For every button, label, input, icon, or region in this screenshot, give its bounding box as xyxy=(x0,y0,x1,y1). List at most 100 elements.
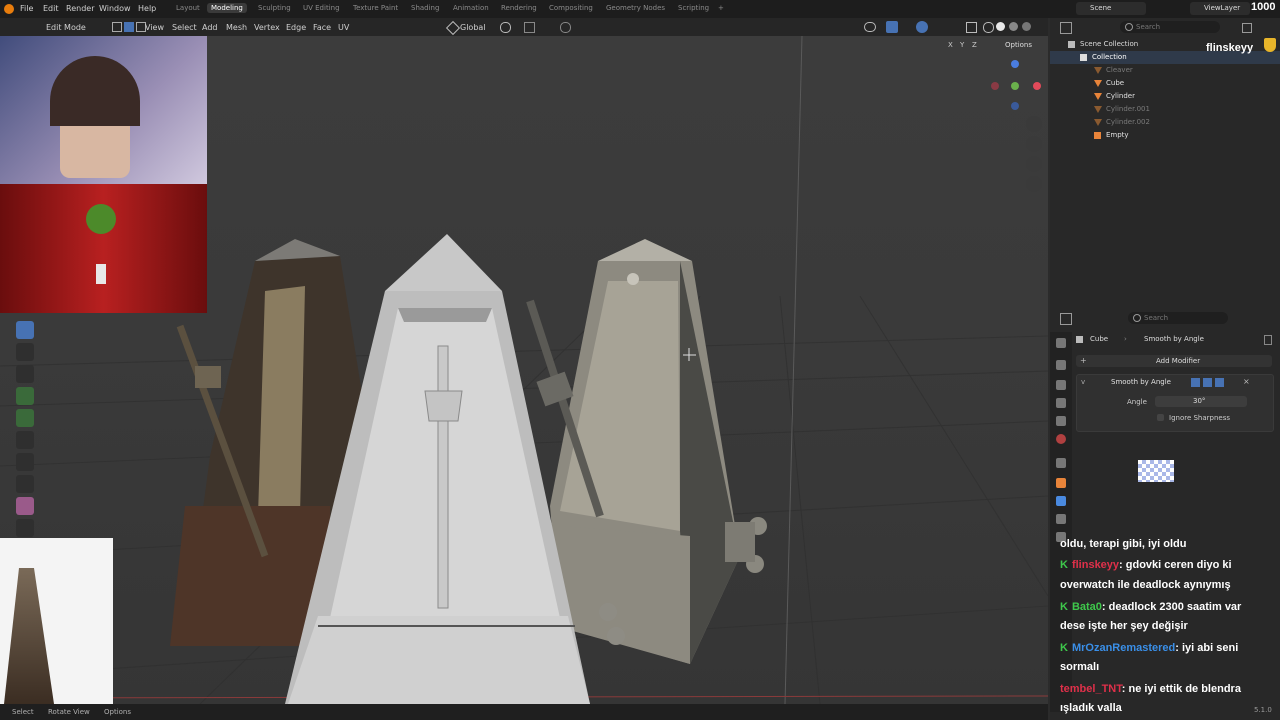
tab-shading[interactable]: Shading xyxy=(411,4,439,12)
ignore-sharpness-checkbox[interactable] xyxy=(1157,414,1164,421)
mirror-axis-z[interactable]: Z xyxy=(972,41,977,49)
menu-select[interactable]: Select xyxy=(172,23,197,32)
properties-search-input[interactable]: Search xyxy=(1128,312,1228,324)
transform-orientation-dropdown[interactable]: Global xyxy=(460,23,486,32)
tab-geometry-nodes[interactable]: Geometry Nodes xyxy=(606,4,665,12)
mirror-axis-x[interactable]: X xyxy=(948,41,953,49)
collection-tab-icon[interactable] xyxy=(1056,458,1066,468)
menu-vertex[interactable]: Vertex xyxy=(254,23,280,32)
particles-icon[interactable] xyxy=(1056,514,1066,524)
xray-icon[interactable] xyxy=(966,22,977,33)
outliner-row-empty[interactable]: Empty xyxy=(1050,129,1280,142)
properties-editor-icon[interactable] xyxy=(1060,313,1072,325)
gizmo-neg-z-icon[interactable] xyxy=(1011,102,1019,110)
menu-window[interactable]: Window xyxy=(99,4,131,13)
smooth-tool-icon[interactable] xyxy=(16,497,34,515)
chat-username[interactable]: MrOzanRemastered xyxy=(1072,642,1175,654)
tool-settings-icon[interactable] xyxy=(1056,338,1066,348)
zoom-icon[interactable] xyxy=(1026,116,1042,132)
outliner-row-cube[interactable]: Cube xyxy=(1050,77,1280,90)
proportional-edit-icon[interactable] xyxy=(560,22,571,33)
visibility-icon[interactable] xyxy=(864,22,876,32)
gizmo-neg-x-icon[interactable] xyxy=(991,82,999,90)
inset-tool-icon[interactable] xyxy=(16,409,34,427)
camera-view-icon[interactable] xyxy=(1026,156,1042,172)
chat-username[interactable]: flinskeyy xyxy=(1072,559,1119,571)
tab-rendering[interactable]: Rendering xyxy=(501,4,537,12)
add-workspace-icon[interactable]: + xyxy=(718,4,724,12)
edge-select-icon[interactable] xyxy=(124,22,134,32)
menu-edit[interactable]: Edit xyxy=(43,4,59,13)
chat-username[interactable]: tembel_TNT xyxy=(1060,683,1122,695)
cursor-tool-icon[interactable] xyxy=(16,343,34,361)
filter-icon[interactable] xyxy=(1242,23,1252,33)
move-tool-icon[interactable] xyxy=(16,365,34,383)
select-tool-icon[interactable] xyxy=(16,321,34,339)
outliner-search-input[interactable]: Search xyxy=(1120,21,1220,33)
gizmo-y-axis-icon[interactable] xyxy=(1011,82,1019,90)
shading-wireframe-icon[interactable] xyxy=(983,22,994,33)
modifier-name-field[interactable]: Smooth by Angle xyxy=(1111,378,1171,386)
snap-icon[interactable] xyxy=(524,22,535,33)
vertex-select-icon[interactable] xyxy=(112,22,122,32)
tab-texture-paint[interactable]: Texture Paint xyxy=(353,4,398,12)
view-layer-icon[interactable] xyxy=(1056,398,1066,408)
tab-layout[interactable]: Layout xyxy=(176,4,200,12)
tab-compositing[interactable]: Compositing xyxy=(549,4,593,12)
menu-uv[interactable]: UV xyxy=(338,23,349,32)
menu-file[interactable]: File xyxy=(20,4,33,13)
outliner-editor-icon[interactable] xyxy=(1060,22,1072,34)
scene-icon[interactable] xyxy=(1056,416,1066,426)
outliner-row-cylinder[interactable]: Cylinder xyxy=(1050,90,1280,103)
shading-material-icon[interactable] xyxy=(1009,22,1018,31)
chat-username[interactable]: Bata0 xyxy=(1072,601,1102,613)
3d-viewport[interactable]: X Y Z Options xyxy=(0,36,1048,704)
tab-animation[interactable]: Animation xyxy=(453,4,489,12)
tab-uv-editing[interactable]: UV Editing xyxy=(303,4,340,12)
pivot-icon[interactable] xyxy=(500,22,511,33)
blender-logo-icon[interactable] xyxy=(4,4,14,14)
tab-sculpting[interactable]: Sculpting xyxy=(258,4,291,12)
output-icon[interactable] xyxy=(1056,380,1066,390)
gizmo-x-axis-icon[interactable] xyxy=(1033,82,1041,90)
loop-cut-tool-icon[interactable] xyxy=(16,453,34,471)
collapse-icon[interactable]: v xyxy=(1081,378,1085,386)
world-icon[interactable] xyxy=(1056,434,1066,444)
render-toggle-icon[interactable] xyxy=(1215,378,1224,387)
menu-mesh[interactable]: Mesh xyxy=(226,23,247,32)
render-icon[interactable] xyxy=(1056,360,1066,370)
navigation-gizmo[interactable] xyxy=(985,56,1045,116)
menu-face[interactable]: Face xyxy=(313,23,331,32)
menu-help[interactable]: Help xyxy=(138,4,156,13)
view-layer-selector[interactable]: ViewLayer xyxy=(1190,2,1250,15)
shear-tool-icon[interactable] xyxy=(16,519,34,537)
options-dropdown[interactable]: Options xyxy=(1005,41,1032,49)
menu-render[interactable]: Render xyxy=(66,4,94,13)
outliner-row-cylinder-002[interactable]: Cylinder.002 xyxy=(1050,116,1280,129)
grid-view-icon[interactable] xyxy=(1026,176,1042,192)
remove-modifier-icon[interactable]: × xyxy=(1243,377,1250,386)
add-modifier-button[interactable]: + Add Modifier xyxy=(1076,355,1272,367)
edit-mode-dropdown[interactable]: Edit Mode xyxy=(46,23,86,32)
knife-tool-icon[interactable] xyxy=(16,475,34,493)
angle-field[interactable]: 30° xyxy=(1155,396,1247,407)
extrude-tool-icon[interactable] xyxy=(16,387,34,405)
viewport-toggle-icon[interactable] xyxy=(1203,378,1212,387)
outliner-row-cleaver[interactable]: Cleaver xyxy=(1050,64,1280,77)
tab-scripting[interactable]: Scripting xyxy=(678,4,709,12)
pan-hand-icon[interactable] xyxy=(1026,136,1042,152)
tab-modeling[interactable]: Modeling xyxy=(207,3,247,13)
gizmo-icon[interactable] xyxy=(886,21,898,33)
outliner-row-cylinder-001[interactable]: Cylinder.001 xyxy=(1050,103,1280,116)
modifier-wrench-icon[interactable] xyxy=(1056,496,1066,506)
gizmo-z-axis-icon[interactable] xyxy=(1011,60,1019,68)
shading-rendered-icon[interactable] xyxy=(1022,22,1031,31)
scene-selector[interactable]: Scene xyxy=(1076,2,1146,15)
menu-view[interactable]: View xyxy=(145,23,164,32)
object-tab-icon[interactable] xyxy=(1056,478,1066,488)
overlays-icon[interactable] xyxy=(916,21,928,33)
pin-icon[interactable] xyxy=(1264,335,1272,345)
bevel-tool-icon[interactable] xyxy=(16,431,34,449)
transform-orientation-icon[interactable] xyxy=(445,20,461,36)
edit-mode-toggle-icon[interactable] xyxy=(1191,378,1200,387)
